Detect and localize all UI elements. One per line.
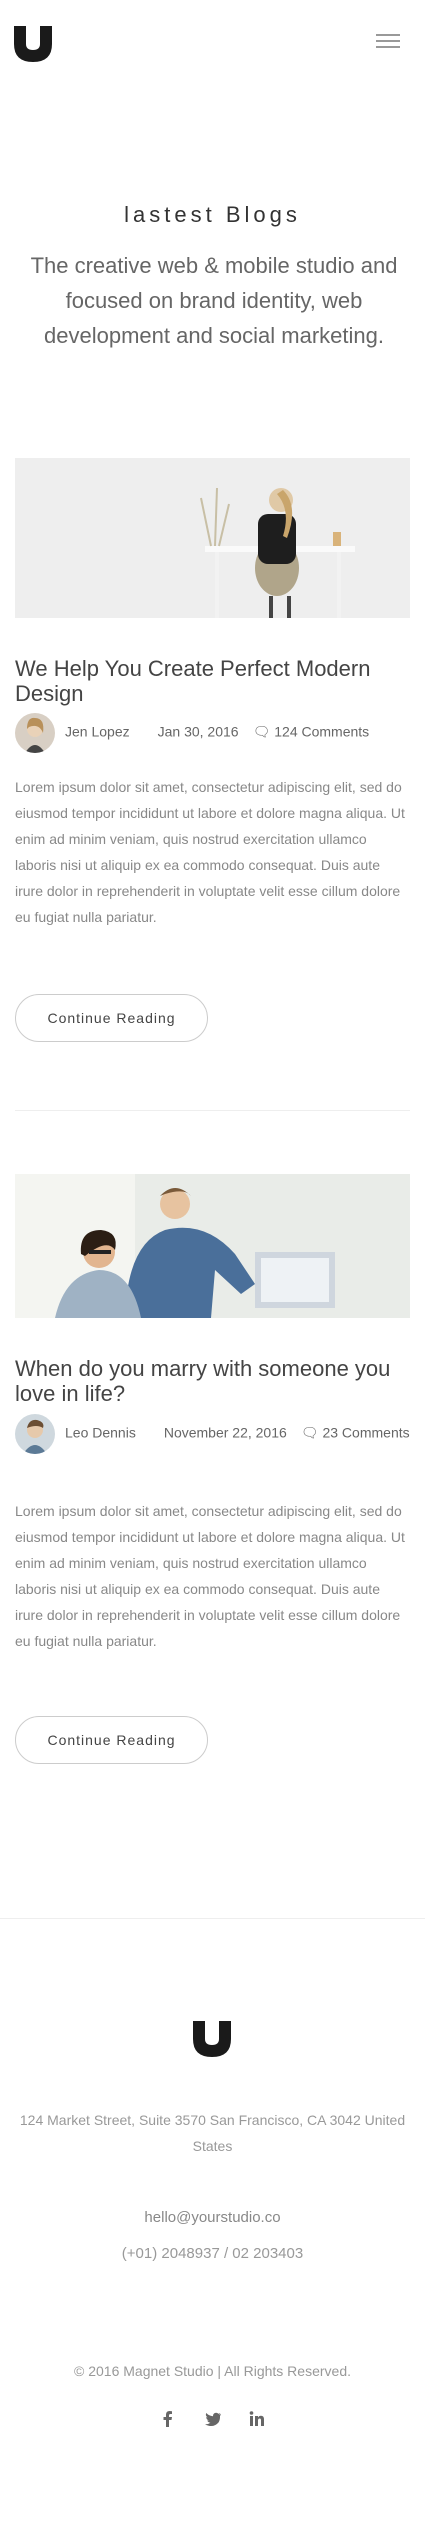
author-name[interactable]: Jen Lopez — [65, 724, 130, 740]
site-footer: 124 Market Street, Suite 3570 San Franci… — [0, 1918, 425, 2545]
post-date: Jan 30, 2016 — [157, 723, 239, 740]
comment-icon: 🗨 — [252, 723, 271, 740]
page: lastest Blogs The creative web & mobile … — [0, 0, 425, 2544]
comment-icon: 🗨 — [300, 1424, 319, 1441]
author-avatar — [15, 1414, 55, 1454]
continue-reading-button[interactable]: Continue Reading — [15, 994, 208, 1042]
post-meta: Leo Dennis November 22, 2016 🗨 23 Comments — [15, 1414, 410, 1454]
post-date: November 22, 2016 — [163, 1424, 287, 1441]
footer-address: 124 Market Street, Suite 3570 San Franci… — [19, 2112, 406, 2154]
footer-phone: (+01) 2048937 / 02 203403 — [121, 2245, 304, 2262]
post-image[interactable] — [15, 458, 410, 618]
post-meta: Jen Lopez Jan 30, 2016 🗨 124 Comments — [15, 713, 410, 753]
author-name[interactable]: Leo Dennis — [65, 1425, 136, 1441]
footer-logo[interactable] — [193, 2021, 231, 2057]
post-excerpt: Lorem ipsum dolor sit amet, consectetur … — [15, 1503, 405, 1649]
hamburger-icon[interactable] — [376, 34, 400, 52]
divider — [15, 1110, 410, 1111]
comment-count[interactable]: 23 Comments — [322, 1425, 409, 1441]
continue-reading-button[interactable]: Continue Reading — [15, 1716, 208, 1764]
linkedin-icon[interactable] — [247, 2409, 267, 2429]
copyright-text: © 2016 Magnet Studio | All Rights Reserv… — [74, 2363, 351, 2379]
footer-email-link[interactable]: hello@yourstudio.co — [0, 2209, 425, 2226]
post-excerpt: Lorem ipsum dolor sit amet, consectetur … — [15, 779, 405, 925]
post-title[interactable]: When do you marry with someone you love … — [15, 1356, 410, 1406]
site-header — [0, 0, 425, 90]
author-avatar — [15, 713, 55, 753]
facebook-icon[interactable] — [158, 2409, 178, 2429]
section-title: lastest Blogs — [124, 202, 301, 227]
post-title[interactable]: We Help You Create Perfect Modern Design — [15, 656, 410, 706]
social-links — [0, 2409, 425, 2429]
studio-logo[interactable] — [14, 26, 52, 62]
twitter-icon[interactable] — [203, 2409, 223, 2429]
comment-count[interactable]: 124 Comments — [274, 724, 369, 740]
section-subtitle: The creative web & mobile studio and foc… — [30, 253, 398, 348]
post-image[interactable] — [15, 1174, 410, 1318]
